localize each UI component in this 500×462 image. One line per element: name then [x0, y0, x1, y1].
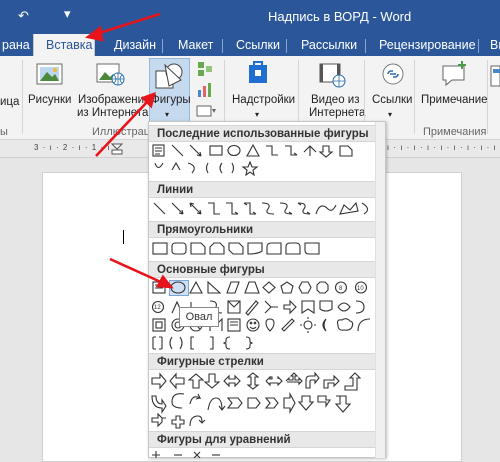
chart-icon[interactable]: [196, 82, 214, 98]
gallery-section-block-arrows: Фигурные стрелки: [149, 353, 375, 370]
gallery-section-lines: Линии: [149, 181, 375, 198]
online-pictures-button[interactable]: Изображения: [78, 94, 150, 107]
title-bar: ↶ ▾ Надпись в ВОРД - Word: [0, 0, 500, 34]
gallery-section-basic: Основные фигуры: [149, 261, 375, 278]
chevron-down-icon[interactable]: ▾: [388, 108, 392, 121]
svg-text:8: 8: [339, 286, 343, 292]
smartart-icon[interactable]: [196, 60, 214, 78]
lines-grid[interactable]: [150, 199, 374, 219]
gallery-section-equation: Фигуры для уравнений: [149, 431, 375, 448]
store-icon: [249, 61, 267, 83]
tab-layout[interactable]: Макет: [176, 34, 215, 56]
tab-divider: [478, 39, 479, 53]
shapes-icon: [155, 63, 183, 89]
equation-shapes-grid[interactable]: [150, 449, 374, 458]
tab-mailings[interactable]: Рассылки: [299, 34, 359, 56]
link-icon: [382, 63, 404, 85]
ruler-ticks-right: · ı · ı · ı · ı · ı · ı · ı · ı · ı: [380, 143, 497, 152]
svg-text:12: 12: [154, 305, 161, 311]
addins-button[interactable]: Надстройки: [232, 94, 295, 107]
ribbon-divider: [414, 60, 415, 134]
group-label-comments: Примечания: [423, 126, 487, 138]
gallery-section-recent: Последние использованные фигуры: [149, 125, 375, 142]
text-cursor: [123, 230, 124, 244]
tab-view[interactable]: Вид: [488, 34, 500, 56]
tab-home[interactable]: рана: [0, 34, 32, 56]
ribbon-divider: [487, 60, 488, 134]
pictures-button[interactable]: Рисунки: [28, 94, 71, 107]
chevron-down-icon[interactable]: ▾: [64, 6, 71, 22]
online-pictures-button-line2[interactable]: из Интернета: [77, 107, 148, 120]
online-pictures-icon: [96, 63, 125, 86]
screenshot-icon[interactable]: [196, 104, 218, 118]
window-title: Надпись в ВОРД - Word: [268, 9, 412, 24]
tab-divider: [162, 39, 163, 53]
ruler-ticks: 3 · ı · 2 · ı · 1 · ı ·: [34, 143, 118, 152]
oval-tooltip: Овал: [179, 307, 219, 327]
shapes-button[interactable]: Фигуры: [151, 94, 191, 107]
block-arrows-grid[interactable]: [150, 372, 374, 430]
gallery-scrollbar[interactable]: [375, 122, 385, 458]
online-video-icon: [319, 63, 346, 88]
links-button[interactable]: Ссылки: [372, 94, 413, 107]
chevron-down-icon[interactable]: ▾: [255, 108, 259, 121]
gallery-section-rectangles: Прямоугольники: [149, 221, 375, 238]
svg-text:10: 10: [357, 286, 364, 292]
indent-marker-icon[interactable]: [110, 143, 124, 155]
tab-divider: [365, 39, 366, 53]
table-button-label[interactable]: ица: [0, 96, 19, 109]
tab-references[interactable]: Ссылки: [234, 34, 282, 56]
tab-review[interactable]: Рецензирование: [377, 34, 478, 56]
comment-icon: [442, 61, 466, 87]
online-video-button-line2[interactable]: Интернета: [309, 107, 365, 120]
header-footer-icon[interactable]: [490, 64, 500, 88]
rectangles-grid[interactable]: [150, 239, 374, 259]
new-comment-button[interactable]: Примечание: [421, 94, 488, 107]
tab-divider: [222, 39, 223, 53]
online-video-button[interactable]: Видео из: [311, 94, 360, 107]
save-icon[interactable]: ↶: [18, 8, 29, 24]
ribbon-divider: [22, 60, 23, 134]
tab-divider: [286, 39, 287, 53]
group-label-fragment: ы: [0, 126, 8, 138]
pictures-icon: [36, 63, 63, 85]
tab-insert[interactable]: Вставка: [33, 34, 95, 56]
tab-design[interactable]: Дизайн: [112, 34, 158, 56]
chevron-down-icon[interactable]: ▾: [165, 108, 169, 121]
ribbon-tabs: рана Вставка Дизайн Макет Ссылки Рассылк…: [0, 34, 500, 56]
recent-shapes-grid[interactable]: [150, 142, 374, 178]
